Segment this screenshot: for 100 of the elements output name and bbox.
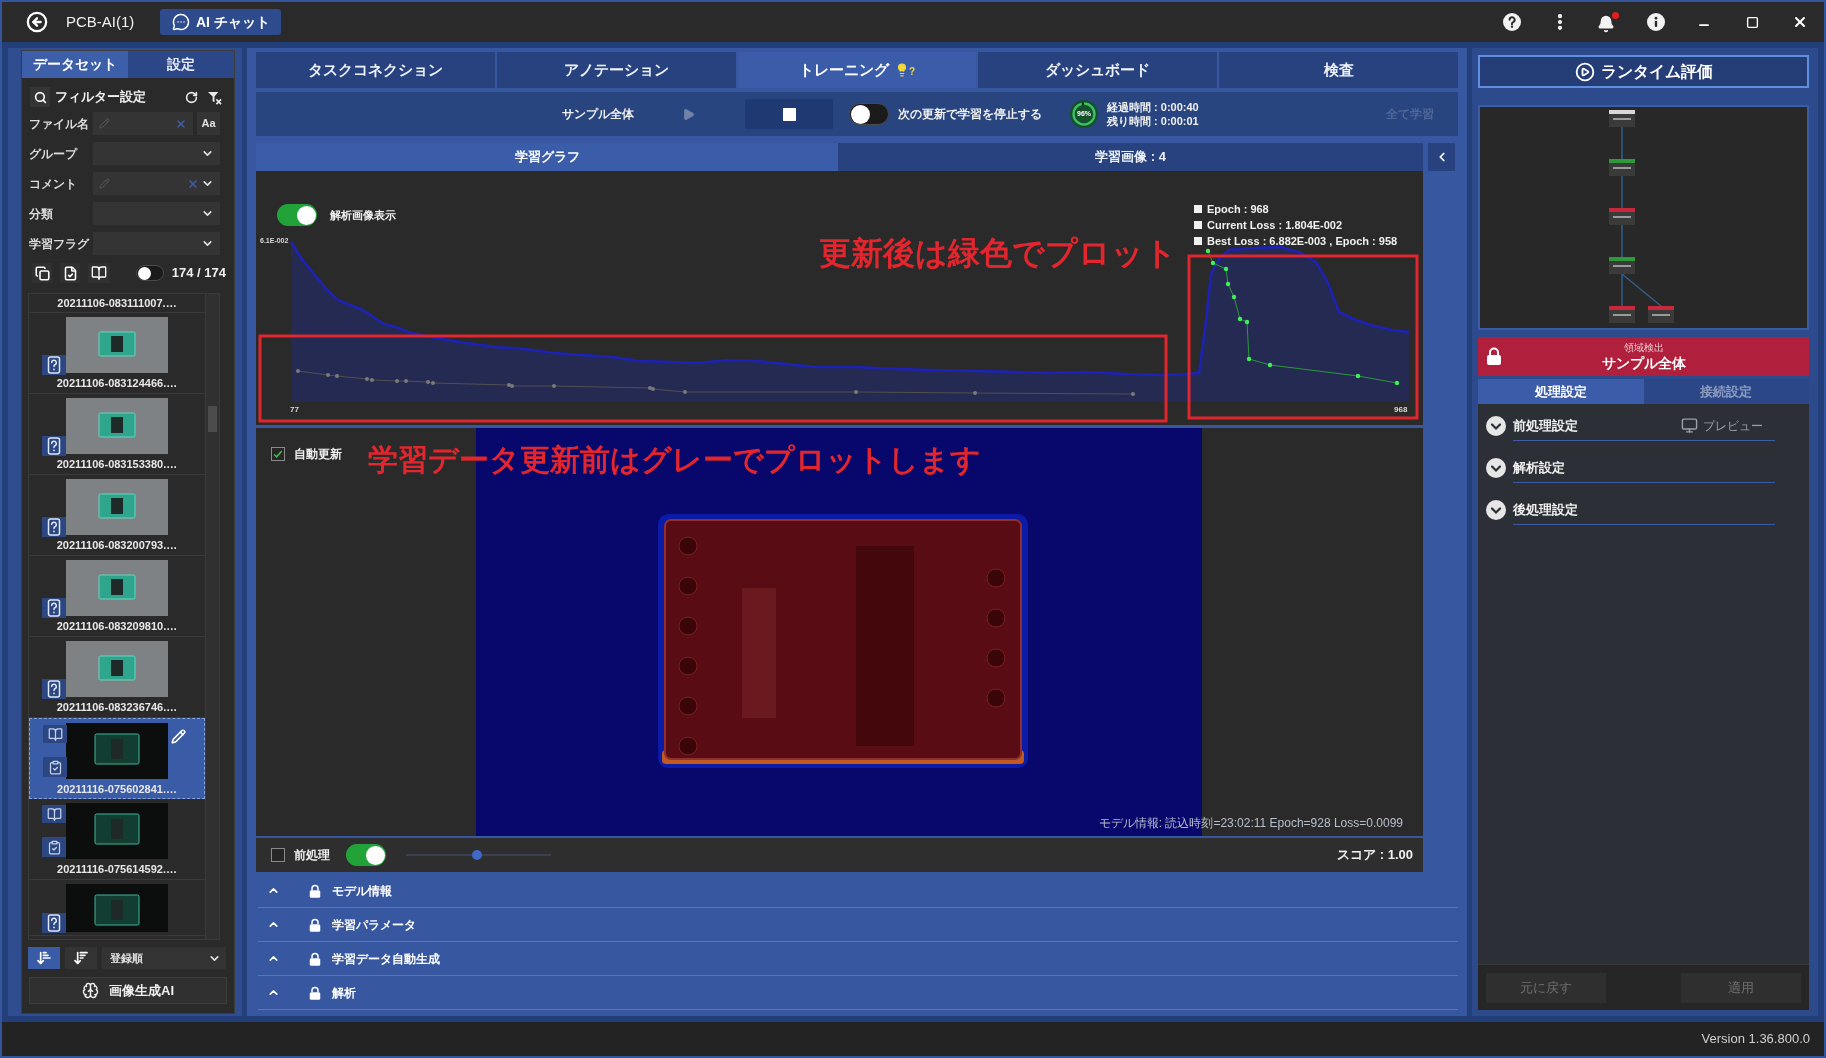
file-name: 20211116-075614592.… bbox=[57, 862, 177, 876]
toggle-label: 解析画像表示 bbox=[330, 207, 396, 223]
data-point bbox=[1394, 380, 1400, 386]
clipboard-check-icon bbox=[43, 757, 67, 777]
file-check-icon[interactable] bbox=[60, 263, 80, 283]
slider-track[interactable] bbox=[406, 848, 551, 862]
stop-button[interactable] bbox=[745, 99, 833, 129]
maximize-icon[interactable] bbox=[1745, 15, 1759, 29]
bell-icon[interactable] bbox=[1597, 11, 1619, 33]
settings-item-label: 解析設定 bbox=[1513, 458, 1565, 477]
slider-thumb[interactable] bbox=[472, 850, 483, 860]
dropdown-field[interactable] bbox=[93, 232, 220, 255]
toggle-label: 次の更新で学習を停止する bbox=[898, 106, 1042, 123]
copy-icon[interactable] bbox=[32, 263, 52, 283]
runtime-evaluation-button[interactable]: ランタイム評価 bbox=[1478, 55, 1809, 88]
image-list-item[interactable]: 20211106-083111007.… bbox=[29, 294, 205, 313]
data-point bbox=[1210, 260, 1216, 266]
main-tab[interactable]: ダッシュボード bbox=[978, 52, 1218, 88]
field-label: 学習フラグ bbox=[29, 235, 91, 253]
sidebar-tab[interactable]: 設定 bbox=[128, 51, 234, 78]
main-tab[interactable]: 検査 bbox=[1219, 52, 1458, 88]
sort-order-value: 登録順 bbox=[110, 950, 143, 966]
clipboard-check-icon bbox=[42, 837, 66, 857]
connector-line bbox=[1621, 224, 1623, 258]
sort-order-dropdown[interactable]: 登録順 bbox=[102, 947, 226, 969]
field-label: 分類 bbox=[29, 205, 54, 223]
image-list-item[interactable]: 20211116-075614592.… bbox=[29, 799, 205, 880]
node-name: サンプル全体 bbox=[1601, 353, 1686, 372]
image-list-item[interactable]: 20211106-083153380.… bbox=[29, 394, 205, 475]
settings-tab[interactable]: 処理設定 bbox=[1478, 379, 1644, 404]
image-list-item[interactable]: 20211106-083236746.… bbox=[29, 637, 205, 718]
data-point bbox=[1223, 266, 1229, 272]
toggle-switch[interactable] bbox=[277, 204, 317, 226]
main-tab[interactable]: トレーニング ? bbox=[737, 52, 977, 88]
checkbox-label: 自動更新 bbox=[294, 446, 342, 463]
text-input-field[interactable] bbox=[93, 112, 193, 135]
text-input-field[interactable] bbox=[93, 172, 220, 195]
image-list-item[interactable]: 20211106-083200793.… bbox=[29, 475, 205, 556]
file-name: 20211106-083200793.… bbox=[56, 538, 178, 552]
file-name: 20211106-083124466.… bbox=[56, 376, 178, 390]
data-point bbox=[1267, 362, 1273, 368]
field-label: グループ bbox=[29, 145, 79, 163]
data-point bbox=[1246, 356, 1252, 362]
back-icon[interactable] bbox=[26, 11, 48, 33]
node-category: 領域検出 bbox=[1623, 341, 1664, 354]
connector-line bbox=[1621, 126, 1623, 160]
toggle-switch[interactable] bbox=[849, 103, 889, 125]
data-point bbox=[1131, 392, 1135, 396]
section-header[interactable]: 学習パラメータ bbox=[258, 908, 1458, 942]
stop-icon bbox=[782, 107, 796, 121]
data-point bbox=[395, 379, 399, 383]
collapse-button[interactable] bbox=[1428, 143, 1455, 171]
file-name: 20211116-075602841.… bbox=[57, 782, 177, 796]
elapsed-time: 経過時間 : 0:00:40 bbox=[1107, 100, 1199, 114]
ai-chat-button[interactable]: AI チャット bbox=[160, 9, 282, 35]
image-list-item[interactable]: 20211116-075602841.… bbox=[29, 718, 205, 799]
dropdown-field[interactable] bbox=[93, 202, 220, 225]
chevron-down-icon[interactable] bbox=[1486, 458, 1506, 478]
preview-button[interactable]: プレビュー bbox=[1681, 416, 1763, 435]
reset-icon[interactable] bbox=[185, 90, 198, 104]
main-tab[interactable]: タスクコネクション bbox=[256, 52, 495, 88]
filter-clear-icon[interactable] bbox=[207, 89, 222, 105]
image-generation-button[interactable]: 画像生成AI bbox=[29, 977, 227, 1004]
filter-title: フィルター設定 bbox=[55, 88, 146, 107]
checkbox[interactable] bbox=[271, 848, 285, 862]
checkbox[interactable] bbox=[271, 447, 285, 461]
help-icon[interactable] bbox=[1503, 13, 1521, 31]
toggle-switch[interactable] bbox=[136, 265, 164, 281]
close-icon[interactable] bbox=[1792, 14, 1808, 30]
info-icon[interactable] bbox=[1647, 13, 1665, 31]
flow-node bbox=[1609, 257, 1635, 274]
image-list-item[interactable]: 20211106-083209810.… bbox=[29, 556, 205, 637]
main-tab[interactable]: アノテーション bbox=[496, 52, 736, 88]
toggle-switch[interactable] bbox=[346, 844, 386, 866]
scrollbar-thumb[interactable] bbox=[208, 406, 217, 432]
section-header[interactable]: 学習データ自動生成 bbox=[258, 942, 1458, 976]
view-tab[interactable]: 学習グラフ bbox=[256, 143, 838, 171]
section-header[interactable]: モデル情報 bbox=[258, 874, 1458, 908]
checkbox-label: 前処理 bbox=[294, 847, 330, 864]
sidebar-tab[interactable]: データセット bbox=[22, 51, 128, 78]
connector-line bbox=[1621, 175, 1623, 209]
image-list-item[interactable]: 20211106-083124466.… bbox=[29, 313, 205, 394]
view-tab[interactable]: 学習画像 : 4 bbox=[838, 143, 1423, 171]
project-title: PCB-AI(1) bbox=[66, 11, 135, 32]
match-case-button[interactable]: Aa bbox=[197, 112, 220, 135]
pencil-icon bbox=[99, 118, 110, 129]
chevron-down-icon[interactable] bbox=[1486, 416, 1506, 436]
dropdown-field[interactable] bbox=[93, 142, 220, 165]
checkmark-icon bbox=[273, 449, 283, 459]
book-icon[interactable] bbox=[88, 263, 110, 283]
sort-descending-button[interactable] bbox=[65, 947, 97, 969]
data-point bbox=[1225, 281, 1231, 287]
file-name: 20211106-083111007.… bbox=[57, 296, 177, 310]
legend-label: Epoch : 968 bbox=[1207, 201, 1269, 217]
axis-label: 968 bbox=[1394, 406, 1408, 414]
sort-ascending-button[interactable] bbox=[28, 947, 60, 969]
pencil-icon[interactable] bbox=[171, 729, 186, 744]
chevron-down-icon[interactable] bbox=[1486, 500, 1506, 520]
scrollbar-track[interactable] bbox=[205, 294, 219, 939]
section-header[interactable]: 解析 bbox=[258, 976, 1458, 1010]
